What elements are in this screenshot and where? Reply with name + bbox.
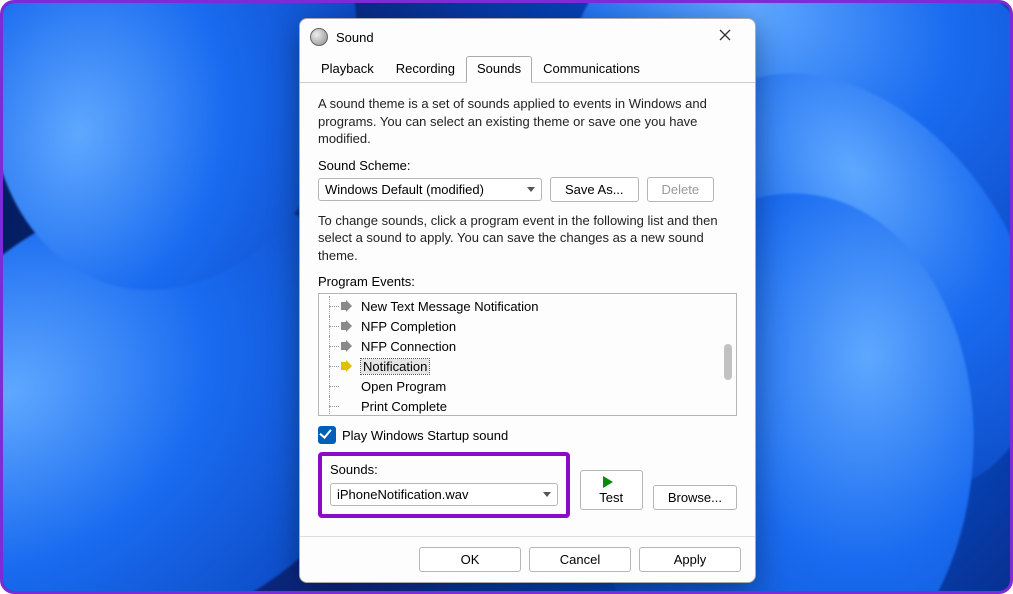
sound-file-value: iPhoneNotification.wav (337, 487, 469, 502)
desktop-wallpaper: Sound Playback Recording Sounds Communic… (0, 0, 1013, 594)
scroll-thumb[interactable] (724, 344, 732, 380)
list-item[interactable]: NFP Connection (319, 336, 736, 356)
save-as-button[interactable]: Save As... (550, 177, 639, 202)
event-label: Open Program (361, 379, 446, 394)
event-label: NFP Completion (361, 319, 456, 334)
speaker-icon (341, 360, 355, 372)
chevron-down-icon (527, 187, 535, 192)
sound-control-panel-icon (310, 28, 328, 46)
close-icon (719, 29, 731, 41)
sound-scheme-value: Windows Default (modified) (325, 182, 484, 197)
speaker-icon (341, 300, 355, 312)
cancel-button[interactable]: Cancel (529, 547, 631, 572)
list-item[interactable]: New Text Message Notification (319, 296, 736, 316)
play-icon (603, 476, 613, 488)
dialog-body: A sound theme is a set of sounds applied… (300, 83, 755, 536)
event-label: Notification (361, 359, 429, 374)
test-label: Test (599, 490, 623, 505)
sounds-description: A sound theme is a set of sounds applied… (318, 95, 737, 148)
close-button[interactable] (705, 27, 745, 47)
list-item[interactable]: Print Complete (319, 396, 736, 416)
browse-button[interactable]: Browse... (653, 485, 737, 510)
sound-file-select[interactable]: iPhoneNotification.wav (330, 483, 558, 506)
list-item[interactable]: Open Program (319, 376, 736, 396)
program-events-label: Program Events: (318, 274, 737, 289)
sound-scheme-label: Sound Scheme: (318, 158, 737, 173)
tab-recording[interactable]: Recording (385, 56, 466, 83)
test-button[interactable]: Test (580, 470, 643, 510)
ok-button[interactable]: OK (419, 547, 521, 572)
tab-sounds[interactable]: Sounds (466, 56, 532, 83)
titlebar: Sound (300, 19, 755, 55)
delete-button: Delete (647, 177, 715, 202)
tab-playback[interactable]: Playback (310, 56, 385, 83)
event-label: NFP Connection (361, 339, 456, 354)
play-startup-sound-checkbox[interactable] (318, 426, 336, 444)
list-item-selected[interactable]: Notification (319, 356, 736, 376)
listbox-scrollbar[interactable] (720, 296, 734, 413)
play-startup-sound-label: Play Windows Startup sound (342, 428, 508, 443)
dialog-footer: OK Cancel Apply (300, 536, 755, 582)
event-label: Print Complete (361, 399, 447, 414)
chevron-down-icon (543, 492, 551, 497)
sound-scheme-select[interactable]: Windows Default (modified) (318, 178, 542, 201)
sounds-label: Sounds: (330, 462, 558, 477)
tab-communications[interactable]: Communications (532, 56, 651, 83)
event-label: New Text Message Notification (361, 299, 539, 314)
change-sounds-description: To change sounds, click a program event … (318, 212, 737, 265)
program-events-listbox[interactable]: New Text Message Notification NFP Comple… (318, 293, 737, 416)
tab-strip: Playback Recording Sounds Communications (300, 55, 755, 83)
speaker-icon (341, 340, 355, 352)
list-item[interactable]: NFP Completion (319, 316, 736, 336)
sounds-section-highlight: Sounds: iPhoneNotification.wav (318, 452, 570, 518)
sound-dialog: Sound Playback Recording Sounds Communic… (299, 18, 756, 583)
apply-button[interactable]: Apply (639, 547, 741, 572)
window-title: Sound (336, 30, 705, 45)
speaker-icon (341, 320, 355, 332)
